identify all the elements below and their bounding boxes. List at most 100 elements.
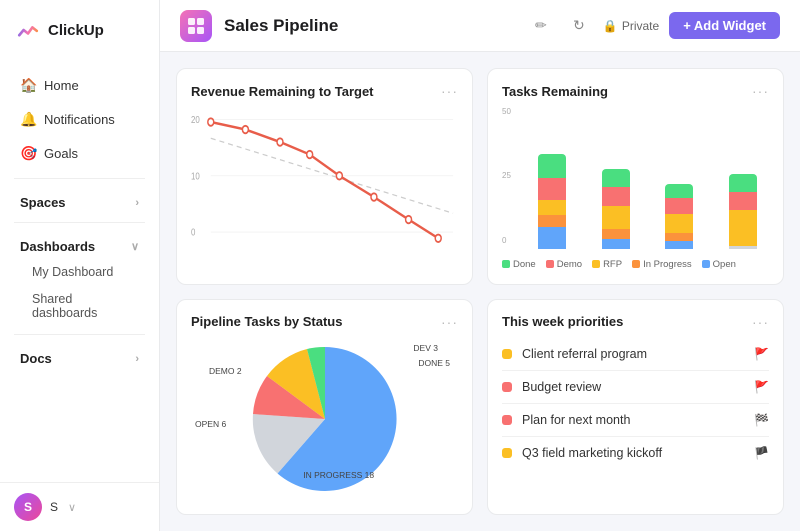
pipeline-widget-menu[interactable]: ··· (441, 314, 458, 330)
bar-segment-inprogress-1 (538, 215, 566, 226)
bar-segment-demo-3 (665, 198, 693, 214)
dashboards-chevron-icon: ∨ (131, 240, 139, 253)
line-chart-svg: 20 10 0 (191, 107, 458, 270)
bar-segment-demo-4 (729, 192, 757, 210)
pie-label-demo: DEMO 2 (209, 366, 242, 376)
spaces-label: Spaces (20, 195, 66, 210)
bar-y-label-25: 25 (502, 171, 511, 180)
priorities-widget-header: This week priorities ··· (502, 314, 769, 330)
sidebar-item-shared-dashboards[interactable]: Shared dashboards (6, 286, 153, 326)
sidebar-item-home[interactable]: 🏠 Home (6, 69, 153, 102)
docs-section[interactable]: Docs › (6, 343, 153, 370)
bar-y-label-50: 50 (502, 107, 511, 116)
sidebar-item-goals-label: Goals (44, 146, 78, 161)
private-badge: 🔒 Private (603, 19, 659, 33)
sidebar: ClickUp 🏠 Home 🔔 Notifications 🎯 Goals S… (0, 0, 160, 531)
bar-y-label-0: 0 (502, 236, 511, 249)
bar-segment-inprogress-2 (602, 229, 630, 239)
sidebar-item-my-dashboard[interactable]: My Dashboard (6, 259, 153, 285)
priority-item-1: Client referral program 🚩 (502, 338, 769, 371)
clickup-logo-icon (14, 16, 42, 44)
tasks-widget-body: 50 25 0 (502, 107, 769, 270)
my-dashboard-label: My Dashboard (32, 265, 113, 279)
legend-rfp-dot (592, 260, 600, 268)
tasks-widget: Tasks Remaining ··· 50 25 0 (487, 68, 784, 285)
bar-segment-done-2 (602, 169, 630, 187)
bar-segment-inprogress-3 (665, 233, 693, 241)
legend-rfp-label: RFP (603, 259, 622, 270)
legend-demo-label: Demo (557, 259, 582, 270)
bar-chart-area: 50 25 0 (502, 107, 769, 253)
pie-chart-wrap: DEV 3 DONE 5 IN PROGRESS 18 OPEN 6 DEMO … (191, 338, 458, 501)
bar-segment-open-4 (729, 246, 757, 249)
bar-segment-done-3 (665, 184, 693, 199)
pie-label-open: OPEN 6 (195, 419, 226, 429)
bar-segment-rfp-1 (538, 200, 566, 215)
priority-dot-1 (502, 349, 512, 359)
topbar-actions: ✏ ↻ 🔒 Private + Add Widget (527, 12, 780, 40)
legend-demo: Demo (546, 259, 582, 270)
spaces-section[interactable]: Spaces › (6, 187, 153, 214)
user-avatar[interactable]: S (14, 493, 42, 521)
priorities-list: Client referral program 🚩 Budget review … (502, 338, 769, 469)
revenue-widget-menu[interactable]: ··· (441, 83, 458, 99)
sidebar-item-notifications[interactable]: 🔔 Notifications (6, 103, 153, 136)
refresh-icon[interactable]: ↻ (565, 12, 593, 40)
bar-stack-3 (665, 184, 693, 249)
bar-group-4 (717, 107, 769, 249)
dashboards-label: Dashboards (20, 239, 95, 254)
sidebar-item-goals[interactable]: 🎯 Goals (6, 137, 153, 170)
bar-group-2 (590, 107, 642, 249)
divider-3 (14, 334, 145, 335)
revenue-widget: Revenue Remaining to Target ··· 20 10 0 (176, 68, 473, 285)
tasks-widget-menu[interactable]: ··· (752, 83, 769, 99)
bar-stack-4 (729, 174, 757, 249)
priority-text-4: Q3 field marketing kickoff (522, 446, 744, 460)
tasks-widget-header: Tasks Remaining ··· (502, 83, 769, 99)
bar-group-3 (654, 107, 706, 249)
bar-segment-open-3 (665, 241, 693, 249)
revenue-widget-header: Revenue Remaining to Target ··· (191, 83, 458, 99)
bar-segment-rfp-2 (602, 206, 630, 229)
add-widget-button[interactable]: + Add Widget (669, 12, 780, 39)
svg-text:10: 10 (191, 171, 200, 182)
priority-text-2: Budget review (522, 380, 744, 394)
priority-item-4: Q3 field marketing kickoff 🏴 (502, 437, 769, 469)
bar-segment-open-1 (538, 227, 566, 249)
logo-text: ClickUp (48, 22, 104, 39)
svg-text:20: 20 (191, 114, 200, 125)
priority-text-3: Plan for next month (522, 413, 744, 427)
pipeline-widget: Pipeline Tasks by Status ··· (176, 299, 473, 516)
sales-pipeline-icon (187, 17, 205, 35)
goals-icon: 🎯 (20, 145, 36, 162)
legend-rfp: RFP (592, 259, 622, 270)
divider-2 (14, 222, 145, 223)
bar-segment-done-4 (729, 174, 757, 192)
priority-dot-2 (502, 382, 512, 392)
notifications-icon: 🔔 (20, 111, 36, 128)
docs-chevron-icon: › (135, 353, 139, 365)
shared-dashboards-label: Shared dashboards (32, 292, 97, 320)
sidebar-item-notifications-label: Notifications (44, 112, 115, 127)
pie-label-done: DONE 5 (418, 358, 450, 368)
lock-icon: 🔒 (603, 19, 618, 33)
priorities-widget: This week priorities ··· Client referral… (487, 299, 784, 516)
user-name: S (50, 500, 58, 514)
bar-segment-done-1 (538, 154, 566, 179)
priority-text-1: Client referral program (522, 347, 744, 361)
dashboards-section[interactable]: Dashboards ∨ (6, 231, 153, 258)
docs-label: Docs (20, 351, 52, 366)
pie-label-dev: DEV 3 (413, 343, 438, 353)
avatar-initial: S (24, 500, 32, 514)
pie-label-inprogress: IN PROGRESS 18 (303, 470, 374, 480)
edit-icon[interactable]: ✏ (527, 12, 555, 40)
main-content: Sales Pipeline ✏ ↻ 🔒 Private + Add Widge… (160, 0, 800, 531)
legend-inprogress-dot (632, 260, 640, 268)
pipeline-widget-header: Pipeline Tasks by Status ··· (191, 314, 458, 330)
bar-y-labels: 50 25 0 (502, 107, 511, 253)
tasks-bar-chart: 50 25 0 (502, 107, 769, 270)
priorities-widget-menu[interactable]: ··· (752, 314, 769, 330)
page-icon (180, 10, 212, 42)
dashboard-grid: Revenue Remaining to Target ··· 20 10 0 (160, 52, 800, 531)
add-widget-label: + Add Widget (683, 18, 766, 33)
